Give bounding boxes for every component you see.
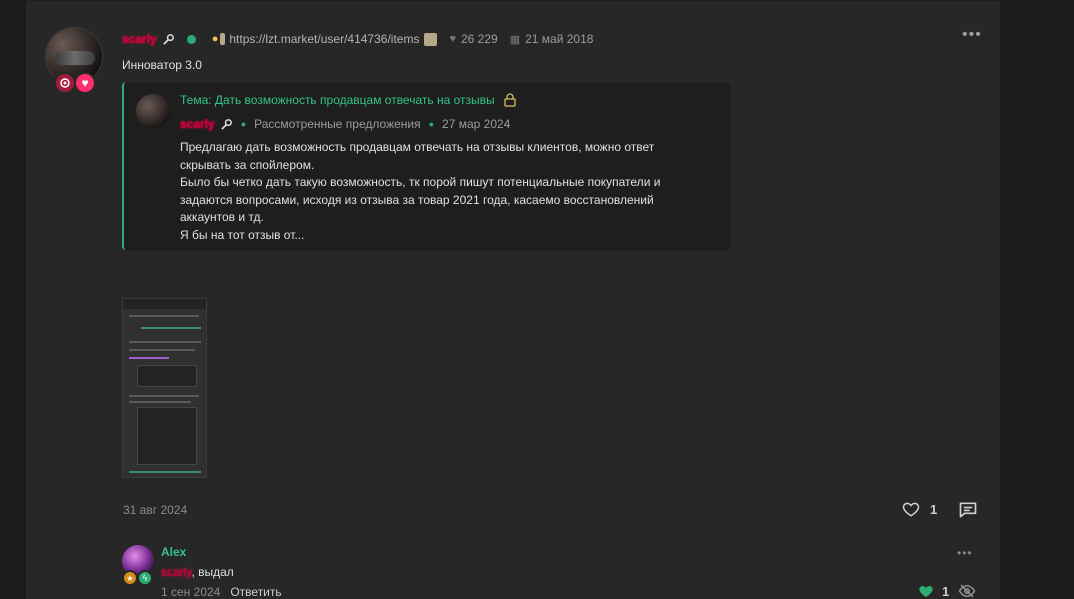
steam-icon [220, 118, 232, 130]
comment-like-count: 1 [942, 583, 950, 599]
calendar-icon: ▦ [509, 33, 521, 46]
likes-stat: ♥ 26 229 [449, 32, 497, 46]
hide-eye-icon[interactable] [958, 583, 976, 599]
store-icon [424, 32, 438, 46]
quote-body: Предлагаю дать возможность продавцам отв… [180, 139, 720, 244]
steam-icon [162, 33, 174, 45]
post-menu-icon[interactable]: ••• [962, 26, 982, 44]
quote-line: Предлагаю дать возможность продавцам отв… [180, 140, 655, 154]
register-date-stat: ▦ 21 май 2018 [510, 32, 594, 46]
online-status-icon [186, 34, 196, 44]
lock-icon [503, 93, 516, 107]
quote-author[interactable]: scarly [180, 117, 215, 131]
heart-outline-icon [902, 502, 920, 517]
quoted-thread[interactable]: Тема: Дать возможность продавцам отвечат… [122, 82, 730, 250]
register-date: 21 май 2018 [525, 32, 594, 46]
comment-body: , выдал [191, 565, 234, 579]
comment-footer: 1 сен 2024 Ответить [161, 585, 282, 599]
pin-icon [220, 33, 226, 45]
reply-button[interactable]: Ответить [230, 585, 281, 599]
author-row: scarly ● https://lzt.market/user/414736/… [122, 30, 593, 48]
comment-date: 1 сен 2024 [161, 585, 221, 599]
quote-line: аккаунтов и тд. [180, 210, 264, 224]
quote-line: Я бы на тот отзыв от... [180, 227, 305, 242]
profile-link[interactable]: https://lzt.market/user/414736/items [229, 32, 419, 46]
comment-icon[interactable] [958, 500, 978, 520]
quote-line: Было бы четко дать такую возможность, тк… [180, 175, 661, 189]
like-count: 1 [930, 501, 938, 517]
heart-icon: ♥ [449, 33, 456, 45]
steam-badge-icon [54, 72, 76, 94]
post-date: 31 авг 2024 [123, 503, 188, 517]
quote-date: 27 мар 2024 [442, 117, 511, 131]
quote-line: скрывать за спойлером. [180, 157, 315, 172]
user-title: Инноватор 3.0 [122, 58, 202, 72]
attachment-thumbnail[interactable] [122, 298, 207, 478]
like-button[interactable]: 1 [902, 500, 937, 518]
emoji-icon: ● [211, 33, 219, 45]
quote-title[interactable]: Тема: Дать возможность продавцам отвечат… [180, 93, 495, 107]
author-avatar[interactable]: ♥ [45, 27, 105, 94]
quote-avatar [136, 94, 170, 128]
likes-count: 26 229 [460, 32, 498, 46]
quote-line: задаются вопросами, исходя из отзыва за … [180, 192, 654, 207]
comment-author[interactable]: Alex [161, 545, 186, 559]
comment-menu-icon[interactable]: ••• [957, 546, 973, 560]
comment-like-button[interactable]: 1 [918, 583, 949, 599]
heart-badge-icon: ♥ [74, 72, 96, 94]
quote-section[interactable]: Рассмотренные предложения [254, 117, 420, 131]
comment-text: scarly, выдал [161, 565, 234, 579]
heart-filled-icon [919, 586, 933, 597]
comment-mention[interactable]: scarly [161, 565, 191, 579]
author-username[interactable]: scarly [122, 32, 157, 46]
medal-badge-icon: ★ [122, 570, 138, 586]
lightning-badge-icon: ϟ [137, 570, 153, 586]
quote-title-row: Тема: Дать возможность продавцам отвечат… [180, 93, 517, 107]
quote-meta: scarly ● Рассмотренные предложения ● 27 … [180, 117, 511, 131]
